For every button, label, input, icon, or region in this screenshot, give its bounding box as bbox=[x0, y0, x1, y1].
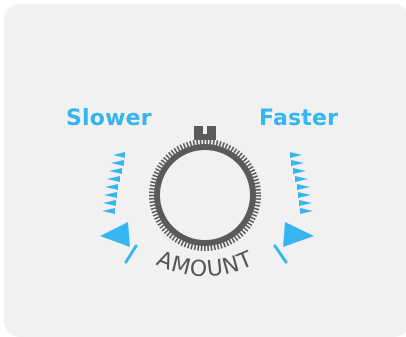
rotary-knob-icon[interactable] bbox=[149, 126, 261, 251]
left-chevron-stack bbox=[102, 152, 125, 214]
left-tick bbox=[124, 244, 138, 264]
triangle-right-icon[interactable] bbox=[283, 222, 314, 247]
amount-caption-text: AMOUNT bbox=[153, 247, 256, 283]
amount-control: AMOUNT bbox=[100, 126, 314, 283]
amount-caption: AMOUNT bbox=[153, 247, 257, 283]
right-chevron-stack bbox=[290, 152, 313, 214]
right-tick bbox=[273, 244, 288, 264]
triangle-left-icon[interactable] bbox=[100, 222, 130, 247]
